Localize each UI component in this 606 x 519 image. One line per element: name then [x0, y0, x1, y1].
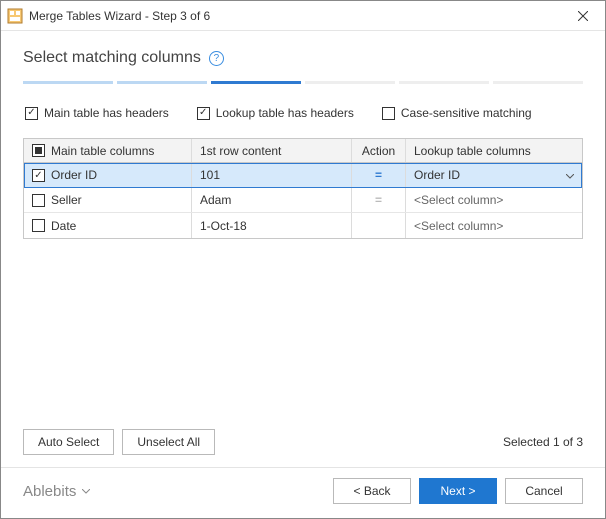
progress-step-5	[399, 81, 489, 84]
grid-row[interactable]: Seller Adam = <Select column>	[24, 188, 582, 213]
first-row-content: Adam	[200, 193, 231, 207]
grid-header-label: Lookup table columns	[414, 144, 531, 158]
grid-header-row: Main table columns 1st row content Actio…	[24, 139, 582, 163]
grid-cell-lookup[interactable]: <Select column>	[406, 188, 582, 212]
columns-grid: Main table columns 1st row content Actio…	[23, 138, 583, 239]
checkbox-label: Lookup table has headers	[216, 106, 354, 120]
wizard-progress	[23, 81, 583, 84]
below-grid-row: Auto Select Unselect All Selected 1 of 3	[23, 419, 583, 467]
grid-cell-action: =	[352, 163, 406, 187]
lookup-column-value: Order ID	[414, 168, 460, 182]
progress-step-2	[117, 81, 207, 84]
checkbox-icon	[382, 107, 395, 120]
grid-header-action[interactable]: Action	[352, 139, 406, 162]
lookup-column-value: <Select column>	[414, 193, 503, 207]
checkbox-label: Case-sensitive matching	[401, 106, 532, 120]
grid-row[interactable]: Date 1-Oct-18 <Select column>	[24, 213, 582, 238]
grid-cell-main[interactable]: Seller	[24, 188, 192, 212]
row-checkbox-icon[interactable]	[32, 194, 45, 207]
close-button[interactable]	[560, 1, 605, 31]
grid-cell-first: 101	[192, 163, 352, 187]
progress-step-6	[493, 81, 583, 84]
app-icon	[7, 8, 23, 24]
brand-label: Ablebits	[23, 483, 76, 500]
grid-cell-first: Adam	[192, 188, 352, 212]
chevron-down-icon	[82, 486, 90, 497]
grid-cell-action	[352, 213, 406, 238]
titlebar: Merge Tables Wizard - Step 3 of 6	[1, 1, 605, 31]
selection-count: Selected 1 of 3	[503, 435, 583, 449]
first-row-content: 1-Oct-18	[200, 219, 247, 233]
content-area: Select matching columns ? ✓ Main table h…	[1, 31, 605, 467]
close-icon	[578, 11, 588, 21]
checkbox-icon: ✓	[25, 107, 38, 120]
brand-menu[interactable]: Ablebits	[23, 483, 90, 500]
grid-cell-action: =	[352, 188, 406, 212]
auto-select-button[interactable]: Auto Select	[23, 429, 114, 455]
equals-icon: =	[375, 193, 382, 207]
progress-step-4	[305, 81, 395, 84]
grid-header-label: Main table columns	[51, 144, 154, 158]
grid-cell-first: 1-Oct-18	[192, 213, 352, 238]
case-sensitive-checkbox[interactable]: Case-sensitive matching	[382, 106, 532, 120]
grid-cell-main[interactable]: Date	[24, 213, 192, 238]
first-row-content: 101	[200, 168, 220, 182]
main-column-name: Seller	[51, 193, 82, 207]
grid-header-lookup[interactable]: Lookup table columns	[406, 139, 582, 162]
window-title: Merge Tables Wizard - Step 3 of 6	[29, 9, 560, 23]
grid-header-label: Action	[362, 144, 395, 158]
checkbox-label: Main table has headers	[44, 106, 169, 120]
next-button[interactable]: Next >	[419, 478, 497, 504]
heading-row: Select matching columns ?	[23, 49, 583, 67]
lookup-column-value: <Select column>	[414, 219, 503, 233]
progress-step-3	[211, 81, 301, 84]
page-title: Select matching columns	[23, 49, 201, 67]
main-column-name: Order ID	[51, 168, 97, 182]
lookup-has-headers-checkbox[interactable]: ✓ Lookup table has headers	[197, 106, 354, 120]
grid-cell-main[interactable]: ✓ Order ID	[24, 163, 192, 187]
grid-row[interactable]: ✓ Order ID 101 = Order ID	[24, 163, 582, 188]
grid-header-label: 1st row content	[200, 144, 281, 158]
grid-header-main[interactable]: Main table columns	[24, 139, 192, 162]
main-column-name: Date	[51, 219, 76, 233]
cancel-button[interactable]: Cancel	[505, 478, 583, 504]
checkbox-icon: ✓	[197, 107, 210, 120]
tristate-checkbox-icon[interactable]	[32, 144, 45, 157]
grid-header-first[interactable]: 1st row content	[192, 139, 352, 162]
footer: Ablebits < Back Next > Cancel	[1, 467, 605, 518]
options-row: ✓ Main table has headers ✓ Lookup table …	[23, 106, 583, 120]
chevron-down-icon[interactable]	[566, 168, 574, 182]
grid-cell-lookup[interactable]: <Select column>	[406, 213, 582, 238]
help-icon[interactable]: ?	[209, 51, 224, 66]
main-has-headers-checkbox[interactable]: ✓ Main table has headers	[25, 106, 169, 120]
back-button[interactable]: < Back	[333, 478, 411, 504]
progress-step-1	[23, 81, 113, 84]
grid-cell-lookup[interactable]: Order ID	[406, 163, 582, 187]
row-checkbox-icon[interactable]: ✓	[32, 169, 45, 182]
row-checkbox-icon[interactable]	[32, 219, 45, 232]
equals-icon: =	[375, 168, 382, 182]
unselect-all-button[interactable]: Unselect All	[122, 429, 215, 455]
